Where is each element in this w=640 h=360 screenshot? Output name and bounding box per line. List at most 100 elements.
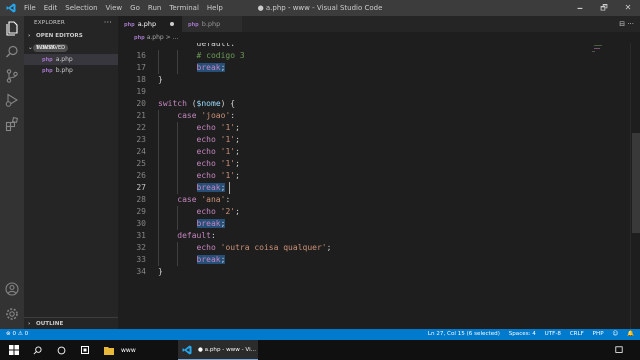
restore-button[interactable]: 🗗 bbox=[592, 0, 616, 16]
encoding[interactable]: UTF-8 bbox=[545, 331, 561, 337]
minimize-button[interactable]: 🗕 bbox=[568, 0, 592, 16]
settings-gear-icon[interactable] bbox=[4, 306, 20, 322]
code-line[interactable]: 23 echo '1'; bbox=[118, 134, 628, 146]
taskbar-file-explorer[interactable]: www bbox=[100, 340, 154, 360]
vscode-taskbar-icon bbox=[182, 345, 192, 354]
text-cursor bbox=[229, 182, 231, 194]
code-line[interactable]: 24 echo '1'; bbox=[118, 146, 628, 158]
folder-www[interactable]: ⌄ WWW bbox=[24, 42, 118, 54]
feedback-icon[interactable]: ☺ bbox=[612, 331, 618, 337]
code-token: ; bbox=[220, 183, 226, 192]
taskbar-vscode[interactable]: ● a.php - www - Vi... bbox=[178, 340, 258, 360]
code-line[interactable]: 20 switch ($nome) { bbox=[118, 98, 628, 110]
line-number: 33 bbox=[136, 255, 146, 264]
more-actions-icon[interactable]: ··· bbox=[104, 16, 112, 30]
code-text: echo 'outra coisa qualquer'; bbox=[158, 242, 332, 254]
code-line[interactable]: 25 echo '1'; bbox=[118, 158, 628, 170]
code-token: echo bbox=[196, 207, 216, 216]
php-file-icon: php bbox=[124, 22, 135, 28]
indent-guide bbox=[177, 218, 179, 230]
code-token: ; bbox=[326, 243, 332, 252]
explorer-icon[interactable] bbox=[4, 20, 20, 36]
code-editor[interactable]: default: 16 # codigo 3 17 break; 18} 19 20 swi… bbox=[118, 43, 640, 329]
account-icon[interactable] bbox=[4, 281, 20, 297]
tab-a-php[interactable]: php a.php bbox=[118, 16, 182, 32]
cursor-position[interactable]: Ln 27, Col 15 (6 selected) bbox=[428, 331, 500, 337]
windows-start-icon[interactable] bbox=[6, 340, 22, 360]
breadcrumb-file[interactable]: a.php bbox=[147, 34, 164, 41]
tab-label: a.php bbox=[137, 20, 157, 28]
indent-guide bbox=[177, 206, 179, 218]
indent-guide bbox=[158, 182, 159, 194]
code-line[interactable]: default: bbox=[118, 43, 628, 50]
code-line[interactable]: 17 break; bbox=[118, 62, 628, 74]
run-debug-icon[interactable] bbox=[4, 92, 20, 108]
line-ending[interactable]: CRLF bbox=[570, 331, 584, 337]
open-editors-section[interactable]: › OPEN EDITORS1 UNSAVED bbox=[24, 30, 118, 52]
line-number: 29 bbox=[136, 207, 146, 216]
status-bar: ⊗ 0 ⚠ 0 Ln 27, Col 15 (6 selected) Space… bbox=[0, 329, 640, 340]
title-bar: File Edit Selection View Go Run Terminal… bbox=[0, 0, 640, 16]
file-name: b.php bbox=[55, 67, 73, 74]
source-control-icon[interactable] bbox=[4, 68, 20, 84]
indent-guide bbox=[177, 170, 179, 182]
indent-guide bbox=[177, 122, 179, 134]
breadcrumb: php a.php > ... bbox=[118, 32, 640, 43]
line-number: 19 bbox=[136, 87, 146, 96]
line-number: 16 bbox=[136, 51, 146, 60]
file-item-b-php[interactable]: php b.php bbox=[24, 65, 118, 76]
code-line[interactable]: 18} bbox=[118, 74, 628, 86]
line-number: 32 bbox=[136, 243, 146, 252]
tab-b-php[interactable]: php b.php bbox=[182, 16, 242, 32]
unsaved-dot-icon[interactable] bbox=[170, 22, 174, 26]
extensions-icon[interactable] bbox=[4, 116, 20, 132]
code-line[interactable]: 28 case 'ana': bbox=[118, 194, 628, 206]
code-line[interactable]: 19 bbox=[118, 86, 628, 98]
file-item-a-php[interactable]: php a.php bbox=[24, 54, 118, 65]
vertical-scrollbar[interactable] bbox=[630, 43, 640, 329]
code-line[interactable]: 26 echo '1'; bbox=[118, 170, 628, 182]
indent-guide bbox=[177, 62, 179, 74]
breadcrumb-tail[interactable]: ... bbox=[173, 34, 179, 41]
taskbar-search-icon[interactable] bbox=[30, 340, 44, 360]
task-view-icon[interactable] bbox=[54, 340, 68, 360]
code-text: break; bbox=[158, 182, 226, 194]
editor-tabs: php a.php php b.php ⊟ ··· bbox=[118, 16, 640, 32]
code-text: } bbox=[158, 266, 163, 278]
code-line[interactable]: 27 break; bbox=[118, 182, 628, 194]
windows-taskbar: www ● a.php - www - Vi... bbox=[0, 340, 640, 360]
code-token: switch bbox=[158, 99, 187, 108]
code-line[interactable]: 22 echo '1'; bbox=[118, 122, 628, 134]
code-line[interactable]: 31 default: bbox=[118, 230, 628, 242]
code-line[interactable]: 29 echo '2'; bbox=[118, 206, 628, 218]
code-line[interactable]: 30 break; bbox=[118, 218, 628, 230]
close-button[interactable]: ✕ bbox=[616, 0, 640, 16]
line-number: 34 bbox=[136, 267, 146, 276]
notifications-bell-icon[interactable]: 🔔 bbox=[627, 331, 634, 337]
code-line[interactable]: 32 echo 'outra coisa qualquer'; bbox=[118, 242, 628, 254]
indent-guide bbox=[158, 110, 159, 122]
chevron-down-icon: ⌄ bbox=[28, 45, 33, 51]
line-number: 30 bbox=[136, 219, 146, 228]
search-icon[interactable] bbox=[4, 44, 20, 60]
problems-indicator[interactable]: ⊗ 0 ⚠ 0 bbox=[6, 329, 28, 340]
edge-browser-icon[interactable] bbox=[78, 340, 92, 360]
code-line[interactable]: 16 # codigo 3 bbox=[118, 50, 628, 62]
code-token: '1' bbox=[220, 123, 236, 132]
line-number: 26 bbox=[136, 171, 146, 180]
code-token: ( bbox=[186, 99, 197, 108]
language-mode[interactable]: PHP bbox=[593, 331, 604, 337]
indentation[interactable]: Spaces: 4 bbox=[509, 331, 536, 337]
code-token: default: bbox=[158, 43, 236, 48]
line-number: 17 bbox=[136, 63, 146, 72]
outline-section[interactable]: › OUTLINE bbox=[24, 317, 118, 329]
editor-actions[interactable]: ⊟ ··· bbox=[619, 16, 634, 32]
code-line[interactable]: 21 case 'joao': bbox=[118, 110, 628, 122]
line-number: 27 bbox=[136, 183, 146, 192]
code-line[interactable]: 33 break; bbox=[118, 254, 628, 266]
code-token: '1' bbox=[220, 171, 236, 180]
code-token: : bbox=[230, 111, 236, 120]
scrollbar-thumb[interactable] bbox=[632, 133, 640, 233]
notifications-icon[interactable] bbox=[612, 340, 626, 360]
code-line[interactable]: 34} bbox=[118, 266, 628, 278]
